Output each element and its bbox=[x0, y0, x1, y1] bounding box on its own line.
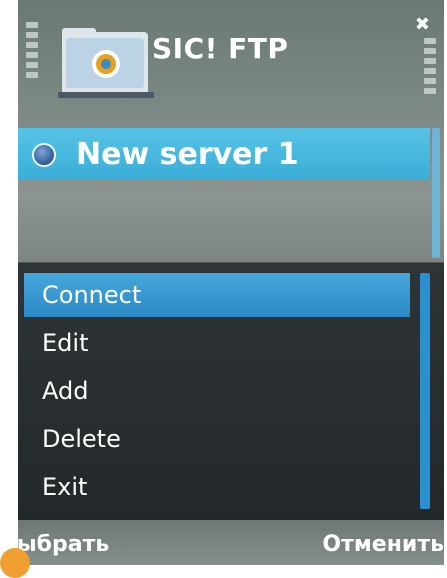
corner-badge bbox=[0, 548, 30, 578]
signal-strength-icon bbox=[26, 22, 38, 94]
softkey-bar: Выбрать Отменить bbox=[18, 520, 444, 565]
list-scrollbar[interactable] bbox=[432, 128, 440, 258]
menu-item-exit[interactable]: Exit bbox=[24, 465, 410, 509]
menu-scrollbar[interactable] bbox=[420, 273, 430, 509]
server-label: New server 1 bbox=[76, 137, 299, 172]
close-icon[interactable]: ✖ bbox=[415, 14, 430, 35]
ftp-folder-icon bbox=[58, 28, 154, 98]
server-status-icon bbox=[32, 143, 56, 167]
menu-item-edit[interactable]: Edit bbox=[24, 321, 410, 365]
menu-item-delete[interactable]: Delete bbox=[24, 417, 410, 461]
battery-icon bbox=[424, 38, 436, 100]
softkey-right[interactable]: Отменить bbox=[322, 532, 444, 557]
title-bar: SIC! FTP ✖ bbox=[18, 0, 444, 112]
options-menu: Connect Edit Add Delete Exit bbox=[18, 262, 444, 521]
phone-screen: SIC! FTP ✖ New server 1 Connect Edit Add… bbox=[18, 0, 444, 565]
app-title: SIC! FTP bbox=[152, 32, 289, 65]
menu-item-connect[interactable]: Connect bbox=[24, 273, 410, 317]
softkey-left[interactable]: Выбрать bbox=[18, 532, 109, 557]
menu-item-add[interactable]: Add bbox=[24, 369, 410, 413]
server-list-item[interactable]: New server 1 bbox=[18, 128, 430, 180]
